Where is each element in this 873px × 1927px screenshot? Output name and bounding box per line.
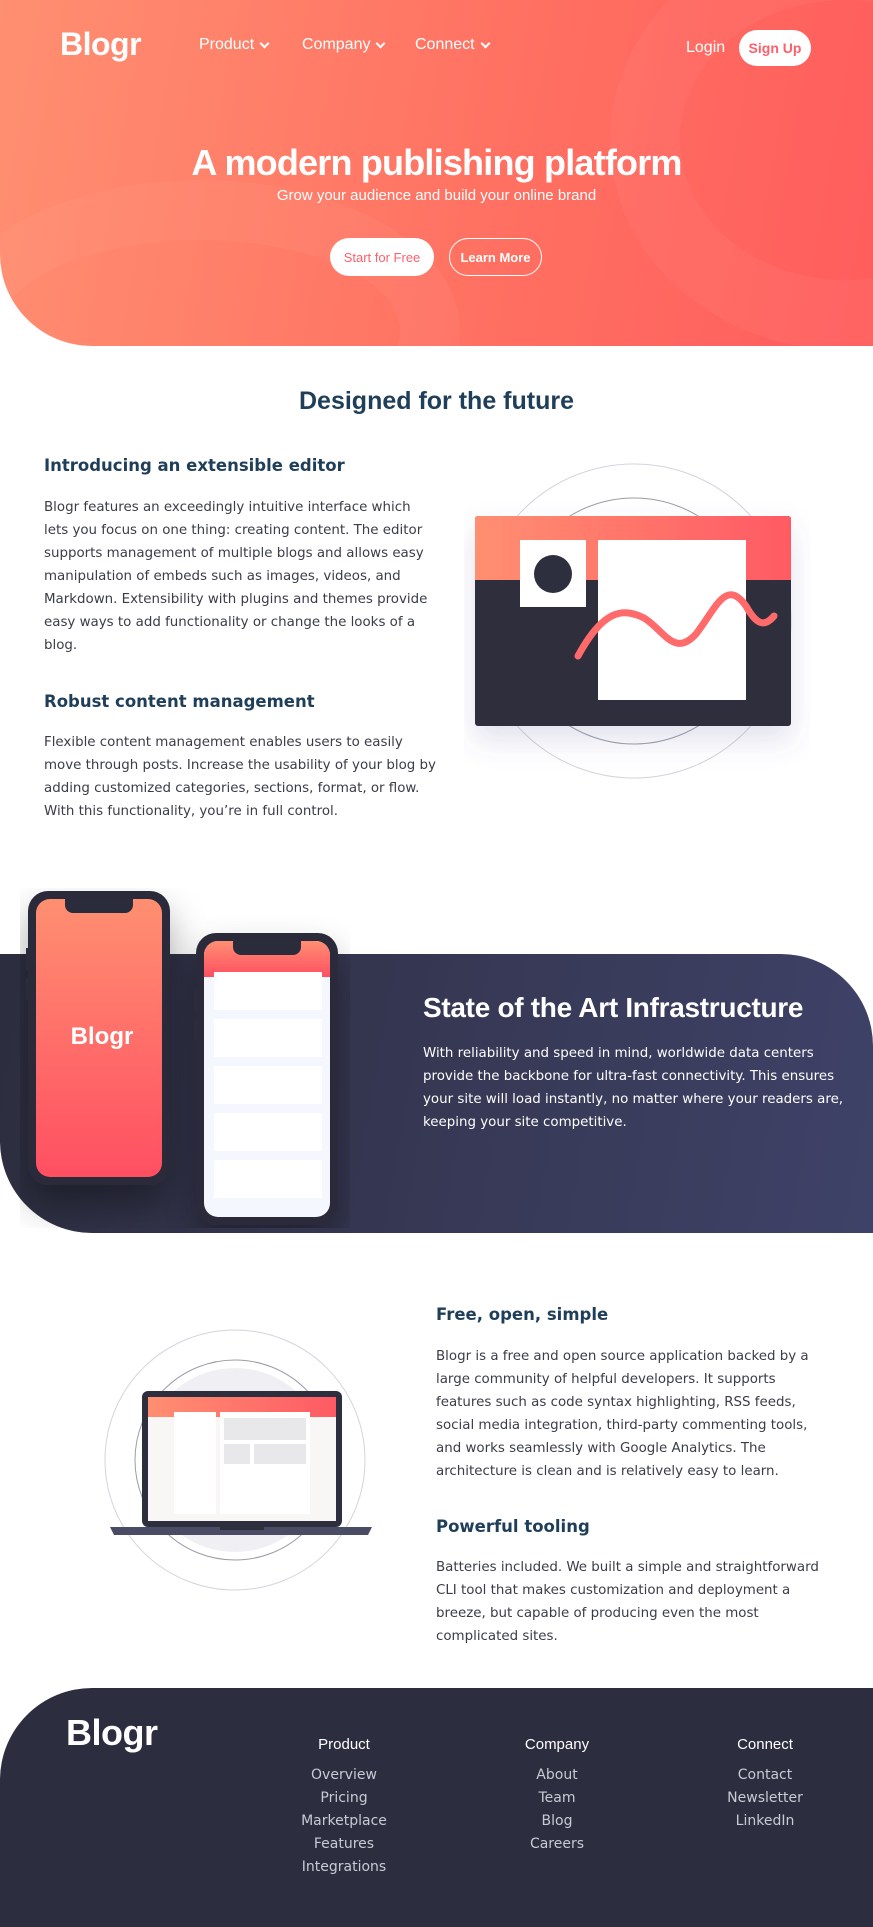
footer-link[interactable]: About [482,1764,632,1787]
footer-link[interactable]: Marketplace [269,1810,419,1833]
nav-label: Company [302,36,371,53]
footer-column-product: Product Overview Pricing Marketplace Fea… [269,1736,419,1879]
footer-link[interactable]: Team [482,1787,632,1810]
footer-heading: Connect [737,1736,793,1753]
logo[interactable]: Blogr [60,26,142,63]
footer-link[interactable]: Careers [482,1833,632,1856]
phones-illustration: Blogr [20,888,350,1228]
chevron-down-icon [480,38,491,48]
feature-heading: Robust content management [44,692,315,711]
learn-more-button[interactable]: Learn More [449,238,542,276]
footer-link[interactable]: Blog [482,1810,632,1833]
footer-logo[interactable]: Blogr [66,1712,158,1754]
feature-heading: Introducing an extensible editor [44,456,345,475]
editor-illustration [475,463,792,779]
infrastructure-title: State of the Art Infrastructure [423,992,804,1023]
laptop-illustration [104,1329,372,1591]
feature-text: Batteries included. We built a simple an… [436,1560,819,1644]
nav-connect[interactable]: Connect [415,36,491,54]
infrastructure-text: With reliability and speed in mind, worl… [423,1046,844,1130]
section-title: Designed for the future [298,387,574,415]
nav-product[interactable]: Product [199,36,270,54]
footer-heading: Company [524,1736,590,1753]
footer-link[interactable]: LinkedIn [690,1810,840,1833]
feature-text: Flexible content management enables user… [44,735,436,819]
phones-illustration-graphic [26,891,338,1225]
footer-column-company: Company About Team Blog Careers [482,1736,632,1856]
feature-text: Blogr features an exceedingly intuitive … [44,500,428,653]
footer-link[interactable]: Pricing [269,1787,419,1810]
footer-heading: Product [318,1736,370,1753]
footer-link[interactable]: Features [269,1833,419,1856]
nav-company[interactable]: Company [302,36,386,54]
footer-link[interactable]: Contact [690,1764,840,1787]
footer-column-connect: Connect Contact Newsletter LinkedIn [690,1736,840,1833]
footer-link[interactable]: Integrations [269,1856,419,1879]
feature-text: Blogr is a free and open source applicat… [436,1349,809,1479]
hero-subtitle: Grow your audience and build your online… [276,187,597,204]
feature-heading: Powerful tooling [436,1517,590,1536]
top-navigation: Blogr Product Company Connect Login Sign… [0,0,873,90]
start-for-free-button[interactable]: Start for Free [330,238,434,276]
footer-link[interactable]: Newsletter [690,1787,840,1810]
nav-label: Connect [415,36,475,53]
nav-label: Product [199,36,255,53]
footer-link[interactable]: Overview [269,1764,419,1787]
chevron-down-icon [259,38,270,48]
hero-title: A modern publishing platform [191,142,682,183]
signup-button[interactable]: Sign Up [739,30,811,66]
chevron-down-icon [376,38,386,48]
phone-logo: Blogr [70,1023,134,1050]
login-link[interactable]: Login [686,39,725,57]
feature-heading: Free, open, simple [436,1305,609,1324]
